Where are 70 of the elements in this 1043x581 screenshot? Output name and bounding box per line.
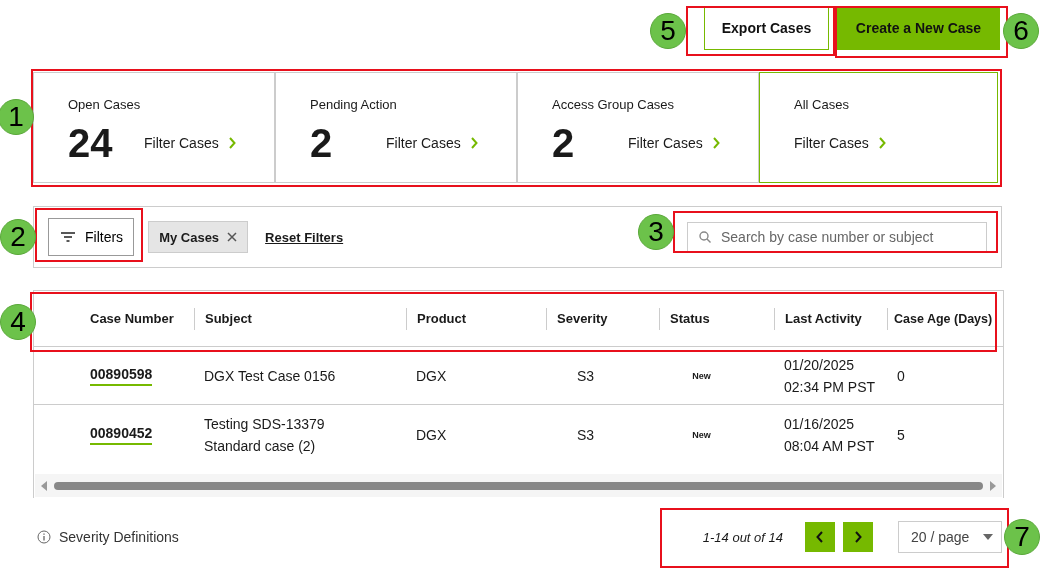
case-number-link[interactable]: 00890598 — [90, 365, 153, 386]
summary-card[interactable]: Open Cases 24 Filter Cases — [33, 72, 275, 183]
next-page-button[interactable] — [843, 522, 873, 552]
column-header[interactable]: Last Activity — [774, 307, 862, 330]
annotation-number: 6 — [1003, 13, 1039, 49]
column-header[interactable]: Subject — [194, 307, 252, 330]
filter-cases-link[interactable]: Filter Cases — [628, 135, 720, 151]
search-icon — [699, 231, 711, 243]
chevron-right-icon — [711, 137, 720, 149]
info-icon — [37, 530, 51, 544]
filter-cases-link[interactable]: Filter Cases — [386, 135, 478, 151]
annotation-number: 1 — [0, 99, 34, 135]
summary-card[interactable]: Access Group Cases 2 Filter Cases — [517, 72, 759, 183]
case-number-link[interactable]: 00890452 — [90, 425, 153, 445]
table-cell: S3 — [577, 367, 595, 384]
page-range: 1-14 out of 14 — [702, 529, 783, 545]
column-header[interactable]: Status — [659, 307, 710, 330]
severity-definitions-link[interactable]: Severity Definitions — [37, 529, 179, 545]
chevron-right-icon — [877, 137, 886, 149]
table-cell: DGX — [416, 367, 447, 384]
search-field[interactable]: Search by case number or subject — [687, 222, 987, 252]
table-cell-text: 01/20/2025 — [784, 355, 856, 375]
export-button[interactable]: Export Cases — [704, 6, 829, 50]
status-label: New — [692, 430, 711, 440]
case-count: 2 — [552, 121, 576, 165]
table-cell: 0 — [897, 367, 905, 384]
caret-icon — [983, 534, 993, 540]
card-title: Pending Action — [310, 97, 397, 112]
reset-filters-link[interactable]: Reset Filters — [265, 229, 344, 245]
table-cell-text: 02:34 PM PST — [784, 377, 876, 397]
page-size-dropdown[interactable]: 20 / page — [898, 521, 1002, 553]
chevron-right-icon — [227, 137, 236, 149]
horizontal-scrollbar[interactable] — [35, 474, 1002, 497]
filter-cases-link[interactable]: Filter Cases — [144, 135, 236, 151]
filter-chip[interactable]: My Cases — [148, 221, 249, 253]
summary-card[interactable]: Pending Action 2 Filter Cases — [275, 72, 517, 183]
table-cell: S3 — [577, 427, 595, 443]
case-count: 24 — [68, 121, 114, 165]
annotation-number: 2 — [0, 219, 36, 255]
chevron-left-icon — [816, 531, 824, 543]
chevron-right-icon — [854, 531, 862, 543]
table-cell-text: DGX Test Case 0156 — [204, 366, 336, 386]
table-cell: 5 — [897, 427, 905, 443]
annotation-number: 4 — [0, 304, 36, 340]
filter-icon — [61, 232, 75, 242]
summary-card[interactable]: All Cases Filter Cases — [759, 72, 998, 183]
table-cell: DGX — [416, 427, 447, 443]
case-count: 2 — [310, 121, 334, 165]
previous-page-button[interactable] — [805, 522, 835, 552]
column-header[interactable]: Severity — [546, 307, 608, 330]
card-title: Open Cases — [68, 97, 141, 112]
table-cell-text: 01/16/2025 — [784, 415, 856, 434]
scroll-right-icon[interactable] — [989, 480, 997, 491]
create-case-button[interactable]: Create a New Case — [837, 6, 1000, 50]
annotation-number: 5 — [650, 13, 686, 49]
filters-button[interactable]: Filters — [48, 218, 135, 256]
card-title: Access Group Cases — [552, 97, 675, 112]
column-header[interactable]: Case Age (Days) — [887, 307, 993, 330]
chevron-right-icon — [469, 137, 478, 149]
status-label: New — [692, 370, 711, 381]
close-icon[interactable] — [227, 232, 238, 242]
table-cell-text: 08:04 AM PST — [784, 437, 875, 456]
annotation-number: 7 — [1004, 519, 1040, 555]
filter-cases-link[interactable]: Filter Cases — [794, 135, 886, 151]
scroll-left-icon[interactable] — [40, 480, 48, 491]
annotation-number: 3 — [638, 214, 674, 250]
card-title: All Cases — [794, 97, 849, 112]
column-header[interactable]: Case Number — [90, 307, 174, 330]
table-cell-text: Testing SDS-13379 Standard case (2) — [204, 415, 326, 456]
column-header[interactable]: Product — [406, 307, 467, 330]
